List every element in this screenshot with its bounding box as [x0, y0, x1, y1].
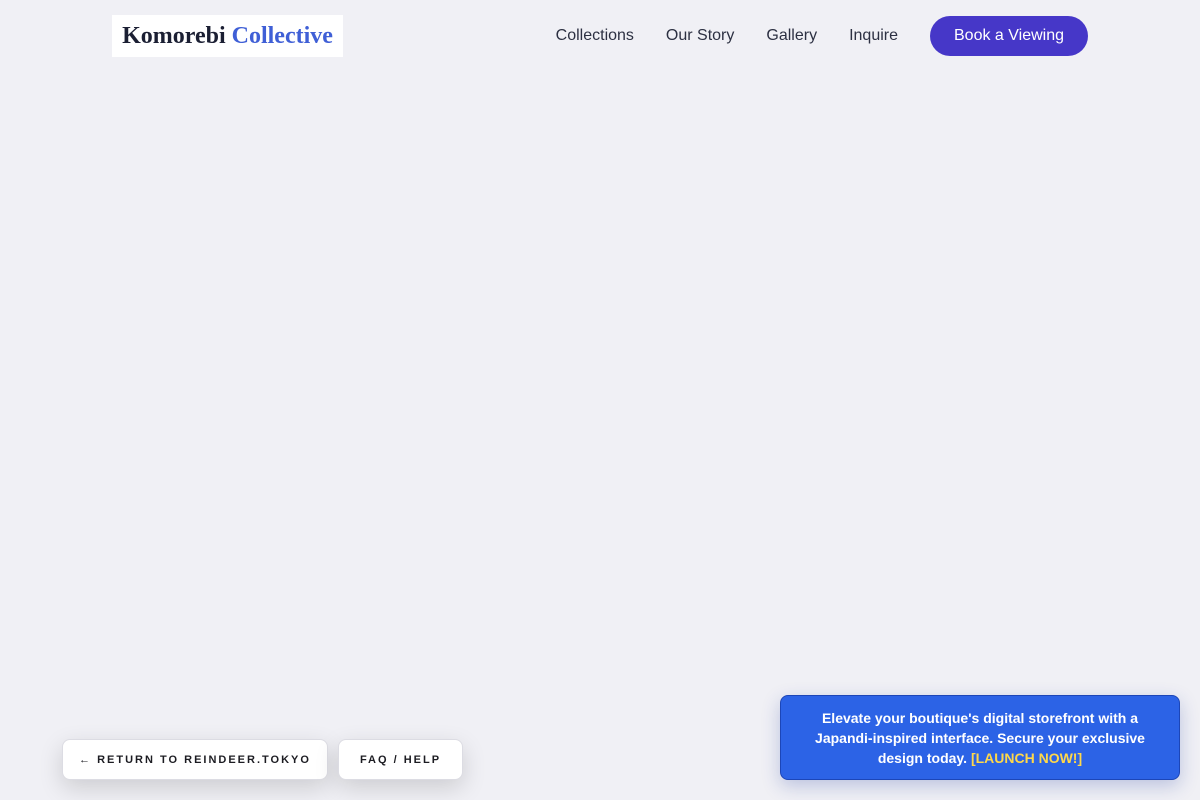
- nav-link-gallery[interactable]: Gallery: [766, 27, 817, 45]
- nav-link-collections[interactable]: Collections: [556, 27, 634, 45]
- logo-word-collective: Collective: [231, 22, 333, 49]
- launch-now-link[interactable]: [LAUNCH NOW!]: [971, 750, 1082, 766]
- faq-help-button[interactable]: FAQ / HELP: [338, 739, 463, 780]
- logo-word-komorebi: Komorebi: [122, 22, 226, 49]
- promo-banner[interactable]: Elevate your boutique's digital storefro…: [780, 695, 1180, 780]
- logo[interactable]: Komorebi Collective: [112, 15, 343, 57]
- nav-link-inquire[interactable]: Inquire: [849, 27, 898, 45]
- site-header: Komorebi Collective Collections Our Stor…: [0, 0, 1200, 72]
- nav-link-our-story[interactable]: Our Story: [666, 27, 734, 45]
- book-viewing-button[interactable]: Book a Viewing: [930, 16, 1088, 56]
- return-to-reindeer-button[interactable]: ← RETURN TO REINDEER.TOKYO: [62, 739, 328, 780]
- main-nav: Collections Our Story Gallery Inquire Bo…: [556, 16, 1088, 56]
